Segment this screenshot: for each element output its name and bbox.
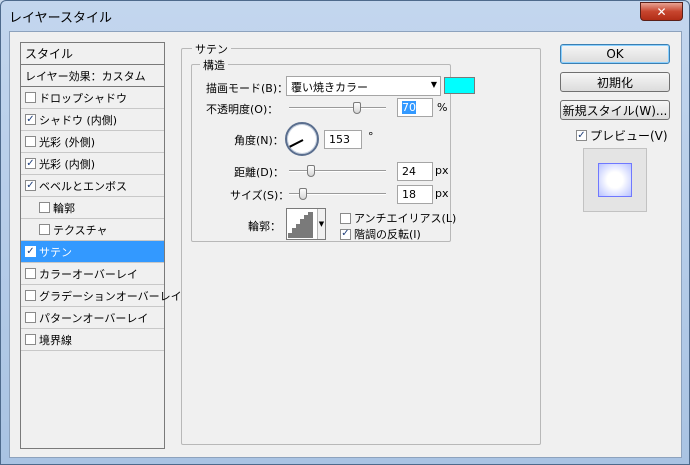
antialias-option[interactable]: アンチエイリアス(L) xyxy=(340,210,456,226)
contour-picker[interactable]: ▼ xyxy=(286,208,326,240)
list-item-texture[interactable]: テクスチャ xyxy=(21,219,164,241)
angle-value: 153 xyxy=(329,133,350,146)
slider-thumb[interactable] xyxy=(353,102,361,114)
opacity-unit: % xyxy=(437,101,448,114)
title-bar[interactable]: レイヤースタイル ✕ xyxy=(1,1,689,29)
invert-checkbox[interactable]: ✓ xyxy=(340,228,351,240)
preview-label: プレビュー(V) xyxy=(590,129,668,143)
angle-needle xyxy=(289,139,304,148)
size-value: 18 xyxy=(402,188,416,201)
distance-value: 24 xyxy=(402,165,416,178)
chevron-down-icon[interactable]: ▼ xyxy=(317,209,325,239)
list-item-satin[interactable]: ✓ サテン xyxy=(21,241,164,263)
checkbox[interactable] xyxy=(39,202,50,213)
opacity-label: 不透明度(O)： xyxy=(206,103,279,116)
layer-style-dialog: レイヤースタイル ✕ スタイル レイヤー効果：カスタム ドロップシャドウ ✓ シ… xyxy=(0,0,690,465)
list-item-label: テクスチャ xyxy=(53,223,108,237)
list-item-label: シャドウ (内側) xyxy=(39,113,118,127)
new-style-button[interactable]: 新規スタイル(W)... xyxy=(560,100,670,120)
distance-unit: px xyxy=(435,164,449,177)
preview-option[interactable]: ✓ プレビュー(V) xyxy=(576,127,668,144)
list-item-contour[interactable]: 輪郭 xyxy=(21,197,164,219)
checkbox[interactable] xyxy=(25,268,36,279)
checkbox[interactable]: ✓ xyxy=(25,114,36,125)
list-item-label: パターンオーバーレイ xyxy=(39,311,149,325)
angle-input[interactable]: 153 xyxy=(324,130,362,149)
checkbox[interactable] xyxy=(39,224,50,235)
checkbox[interactable]: ✓ xyxy=(25,180,36,191)
blend-options-item[interactable]: レイヤー効果：カスタム xyxy=(21,65,164,87)
checkbox[interactable]: ✓ xyxy=(25,158,36,169)
structure-group-title: 構造 xyxy=(200,57,228,73)
opacity-slider[interactable] xyxy=(289,102,386,114)
list-item-label: ドロップシャドウ xyxy=(39,91,127,105)
opacity-input[interactable]: 70 xyxy=(397,98,433,117)
checkbox[interactable] xyxy=(25,136,36,147)
checkbox[interactable] xyxy=(25,312,36,323)
dialog-body: スタイル レイヤー効果：カスタム ドロップシャドウ ✓ シャドウ (内側) 光彩… xyxy=(9,31,682,458)
checkbox[interactable]: ✓ xyxy=(25,246,36,257)
style-preview xyxy=(583,148,647,212)
antialias-checkbox[interactable] xyxy=(340,212,351,224)
preview-swatch xyxy=(598,163,632,197)
close-button[interactable]: ✕ xyxy=(640,2,683,21)
list-item-outer-glow[interactable]: 光彩 (外側) xyxy=(21,131,164,153)
blend-color-swatch[interactable] xyxy=(444,77,475,94)
chevron-down-icon: ▼ xyxy=(430,80,437,89)
invert-label: 階調の反転(I) xyxy=(354,228,421,241)
distance-slider[interactable] xyxy=(289,165,386,177)
checkbox[interactable] xyxy=(25,334,36,345)
blend-options-label: レイヤー効果：カスタム xyxy=(25,69,146,83)
slider-track xyxy=(289,107,386,109)
list-item-label: 境界線 xyxy=(39,333,72,347)
ok-button[interactable]: OK xyxy=(560,44,670,64)
list-item-inner-glow[interactable]: ✓ 光彩 (内側) xyxy=(21,153,164,175)
size-unit: px xyxy=(435,187,449,200)
window-title: レイヤースタイル xyxy=(9,11,112,26)
size-label: サイズ(S)： xyxy=(230,189,290,202)
style-list-header[interactable]: スタイル xyxy=(21,43,164,65)
slider-track xyxy=(289,170,386,172)
distance-input[interactable]: 24 xyxy=(397,162,433,181)
antialias-label: アンチエイリアス(L) xyxy=(354,212,457,225)
angle-dial[interactable] xyxy=(285,122,319,156)
angle-unit: ° xyxy=(368,130,374,143)
contour-label: 輪郭： xyxy=(248,220,281,233)
checkbox[interactable] xyxy=(25,290,36,301)
blend-mode-select[interactable]: 覆い焼きカラー ▼ xyxy=(286,76,441,96)
list-item-label: 光彩 (内側) xyxy=(39,157,96,171)
slider-thumb[interactable] xyxy=(299,188,307,200)
list-item-label: カラーオーバーレイ xyxy=(39,267,138,281)
style-list: スタイル レイヤー効果：カスタム ドロップシャドウ ✓ シャドウ (内側) 光彩… xyxy=(20,42,182,449)
list-item-pattern-overlay[interactable]: パターンオーバーレイ xyxy=(21,307,164,329)
size-slider[interactable] xyxy=(289,188,386,200)
list-item-label: 光彩 (外側) xyxy=(39,135,96,149)
satin-group-title: サテン xyxy=(192,41,231,57)
slider-thumb[interactable] xyxy=(307,165,315,177)
contour-curve-icon xyxy=(288,212,313,238)
list-item-label: 輪郭 xyxy=(53,201,75,215)
list-item-label: ベベルとエンボス xyxy=(39,179,127,193)
preview-checkbox[interactable]: ✓ xyxy=(576,130,587,141)
angle-label: 角度(N)： xyxy=(234,134,284,147)
style-list-header-label: スタイル xyxy=(25,47,74,61)
reset-button[interactable]: 初期化 xyxy=(560,72,670,92)
list-item-gradient-overlay[interactable]: グラデーションオーバーレイ xyxy=(21,285,182,307)
list-item-drop-shadow[interactable]: ドロップシャドウ xyxy=(21,87,164,109)
list-item-stroke[interactable]: 境界線 xyxy=(21,329,164,351)
checkbox[interactable] xyxy=(25,92,36,103)
distance-label: 距離(D)： xyxy=(234,166,285,179)
invert-option[interactable]: ✓ 階調の反転(I) xyxy=(340,226,421,242)
list-item-label: サテン xyxy=(39,245,72,259)
blend-mode-value: 覆い焼きカラー xyxy=(291,81,368,94)
opacity-value: 70 xyxy=(402,101,416,114)
list-item-label: グラデーションオーバーレイ xyxy=(39,289,182,303)
blend-mode-label: 描画モード(B)： xyxy=(206,82,289,95)
list-item-inner-shadow[interactable]: ✓ シャドウ (内側) xyxy=(21,109,164,131)
size-input[interactable]: 18 xyxy=(397,185,433,204)
list-item-color-overlay[interactable]: カラーオーバーレイ xyxy=(21,263,164,285)
list-item-bevel-emboss[interactable]: ✓ ベベルとエンボス xyxy=(21,175,164,197)
